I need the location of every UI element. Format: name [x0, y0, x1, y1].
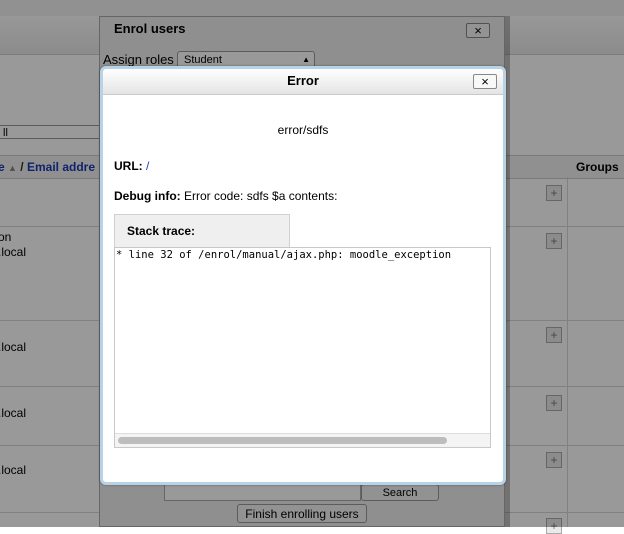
stack-trace-label: Stack trace:	[127, 224, 196, 238]
stack-trace-box	[114, 247, 491, 448]
url-info: URL: /	[114, 159, 149, 173]
debug-info: Debug info: Error code: sdfs $a contents…	[114, 189, 337, 203]
stack-trace-text: * line 32 of /enrol/manual/ajax.php: moo…	[116, 249, 452, 261]
error-close-button[interactable]: ×	[473, 74, 497, 89]
debug-label: Debug info:	[114, 189, 181, 203]
url-value: /	[146, 159, 150, 173]
scrollbar-thumb[interactable]	[118, 437, 447, 444]
error-message: error/sdfs	[277, 123, 329, 137]
url-label: URL:	[114, 159, 143, 173]
debug-value: Error code: sdfs $a contents:	[184, 189, 338, 203]
error-dialog-title: Error	[287, 73, 319, 88]
